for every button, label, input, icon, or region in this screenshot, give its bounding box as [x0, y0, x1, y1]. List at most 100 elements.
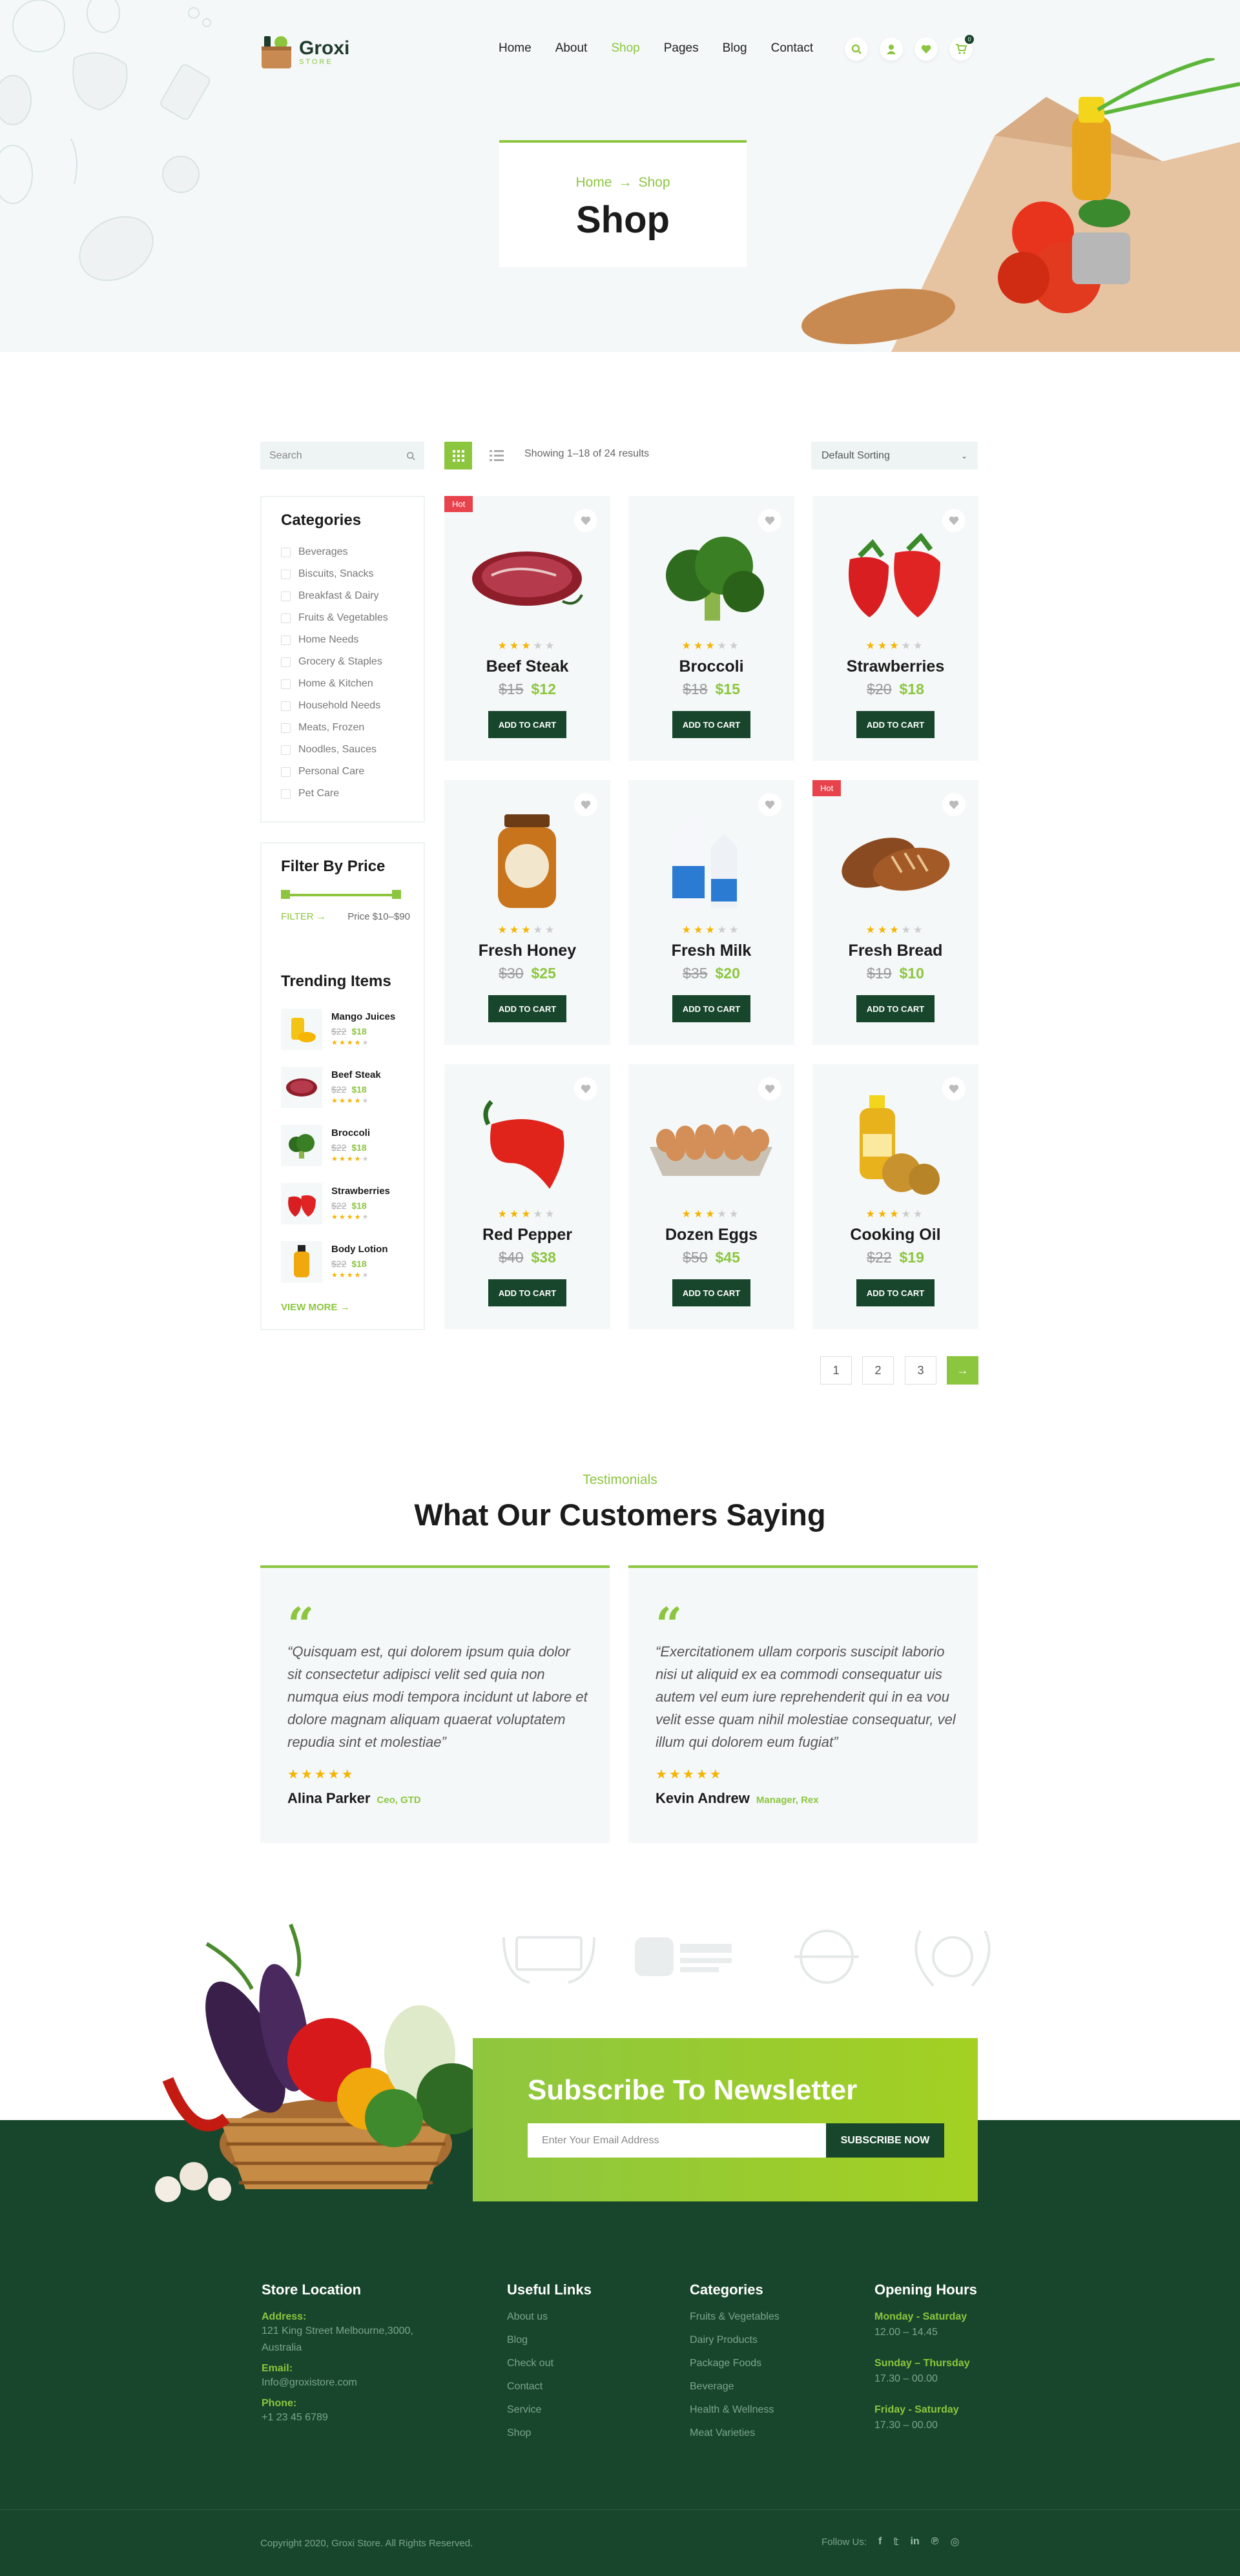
- add-to-cart-button[interactable]: ADD TO CART: [672, 995, 750, 1022]
- product-name[interactable]: Fresh Milk: [628, 942, 794, 960]
- product-name[interactable]: Dozen Eggs: [628, 1226, 794, 1244]
- category-item[interactable]: Home Needs: [281, 629, 388, 651]
- footer-link[interactable]: About us: [507, 2311, 649, 2334]
- product-card[interactable]: Hot ★★★★★ Fresh Bread $19 $10 ADD TO CART: [812, 780, 978, 1045]
- product-name[interactable]: Cooking Oil: [812, 1226, 978, 1244]
- slider-max-handle[interactable]: [392, 890, 401, 899]
- facebook-icon[interactable]: f: [878, 2536, 882, 2548]
- nav-contact[interactable]: Contact: [771, 41, 813, 56]
- pinterest-icon[interactable]: ℗: [931, 2536, 939, 2548]
- add-to-cart-button[interactable]: ADD TO CART: [672, 1279, 750, 1306]
- subscribe-button[interactable]: SUBSCRIBE NOW: [826, 2123, 944, 2158]
- checkbox[interactable]: [281, 613, 291, 623]
- twitter-icon[interactable]: 𝕥: [893, 2535, 898, 2548]
- list-view-button[interactable]: [482, 442, 510, 469]
- instagram-icon[interactable]: ◎: [950, 2535, 959, 2548]
- product-image[interactable]: [646, 1097, 776, 1197]
- category-item[interactable]: Noodles, Sauces: [281, 739, 388, 761]
- category-item[interactable]: Grocery & Staples: [281, 651, 388, 673]
- breadcrumb-home[interactable]: Home: [575, 175, 612, 190]
- product-card[interactable]: ★★★★★ Broccoli $18 $15 ADD TO CART: [628, 496, 794, 761]
- search-icon[interactable]: [845, 37, 868, 61]
- add-to-cart-button[interactable]: ADD TO CART: [856, 711, 935, 738]
- product-card[interactable]: ★★★★★ Strawberries $20 $18 ADD TO CART: [812, 496, 978, 761]
- checkbox[interactable]: [281, 547, 291, 557]
- checkbox[interactable]: [281, 767, 291, 777]
- product-image[interactable]: [831, 528, 960, 628]
- category-item[interactable]: Home & Kitchen: [281, 673, 388, 695]
- category-item[interactable]: Biscuits, Snacks: [281, 563, 388, 585]
- add-to-cart-button[interactable]: ADD TO CART: [856, 1279, 935, 1306]
- category-item[interactable]: Personal Care: [281, 761, 388, 783]
- footer-link[interactable]: Contact: [507, 2381, 649, 2404]
- category-item[interactable]: Fruits & Vegetables: [281, 607, 388, 629]
- checkbox[interactable]: [281, 657, 291, 667]
- checkbox[interactable]: [281, 745, 291, 755]
- product-card[interactable]: ★★★★★ Cooking Oil $22 $19 ADD TO CART: [812, 1064, 978, 1329]
- product-image[interactable]: [646, 528, 776, 628]
- product-name[interactable]: Red Pepper: [444, 1226, 610, 1244]
- nav-shop[interactable]: Shop: [611, 41, 639, 56]
- footer-link[interactable]: Blog: [507, 2334, 649, 2358]
- heart-icon[interactable]: [914, 37, 938, 61]
- checkbox[interactable]: [281, 591, 291, 601]
- product-name[interactable]: Broccoli: [628, 657, 794, 676]
- add-to-cart-button[interactable]: ADD TO CART: [488, 711, 566, 738]
- footer-category-link[interactable]: Dairy Products: [690, 2334, 845, 2358]
- price-slider[interactable]: [281, 890, 401, 899]
- brand-logo[interactable]: Groxi STORE: [260, 34, 349, 70]
- phone-text[interactable]: +1 23 45 6789: [262, 2409, 436, 2426]
- page-2-button[interactable]: 2: [862, 1356, 894, 1385]
- footer-link[interactable]: Service: [507, 2404, 649, 2427]
- filter-button[interactable]: FILTER →: [281, 911, 326, 922]
- page-1-button[interactable]: 1: [820, 1356, 852, 1385]
- add-to-cart-button[interactable]: ADD TO CART: [488, 1279, 566, 1306]
- page-3-button[interactable]: 3: [905, 1356, 936, 1385]
- category-item[interactable]: Pet Care: [281, 783, 388, 805]
- product-card[interactable]: ★★★★★ Fresh Milk $35 $20 ADD TO CART: [628, 780, 794, 1045]
- nav-about[interactable]: About: [555, 41, 588, 56]
- product-name[interactable]: Beef Steak: [444, 657, 610, 676]
- footer-category-link[interactable]: Health & Wellness: [690, 2404, 845, 2427]
- linkedin-icon[interactable]: in: [910, 2536, 919, 2548]
- nav-home[interactable]: Home: [499, 41, 532, 56]
- trending-item[interactable]: Strawberries $22 $18 ★★★★★: [281, 1183, 390, 1224]
- search-input[interactable]: Search: [260, 442, 424, 469]
- product-image[interactable]: [831, 812, 960, 912]
- next-page-button[interactable]: →: [947, 1356, 978, 1385]
- trending-item[interactable]: Mango Juices $22 $18 ★★★★★: [281, 1009, 395, 1050]
- user-icon[interactable]: [880, 37, 903, 61]
- product-card[interactable]: ★★★★★ Fresh Honey $30 $25 ADD TO CART: [444, 780, 610, 1045]
- footer-category-link[interactable]: Meat Varieties: [690, 2427, 845, 2451]
- footer-link[interactable]: Check out: [507, 2358, 649, 2381]
- checkbox[interactable]: [281, 635, 291, 645]
- product-image[interactable]: [462, 528, 592, 628]
- category-item[interactable]: Breakfast & Dairy: [281, 585, 388, 607]
- slider-min-handle[interactable]: [281, 890, 290, 899]
- product-image[interactable]: [646, 812, 776, 912]
- product-image[interactable]: [831, 1095, 960, 1197]
- checkbox[interactable]: [281, 701, 291, 711]
- product-card[interactable]: ★★★★★ Dozen Eggs $50 $45 ADD TO CART: [628, 1064, 794, 1329]
- checkbox[interactable]: [281, 679, 291, 689]
- footer-category-link[interactable]: Package Foods: [690, 2358, 845, 2381]
- product-name[interactable]: Fresh Bread: [812, 942, 978, 960]
- cart-icon[interactable]: 0: [949, 35, 974, 61]
- footer-category-link[interactable]: Beverage: [690, 2381, 845, 2404]
- add-to-cart-button[interactable]: ADD TO CART: [488, 995, 566, 1022]
- product-image[interactable]: [462, 812, 592, 912]
- trending-item[interactable]: Broccoli $22 $18 ★★★★★: [281, 1125, 370, 1166]
- product-name[interactable]: Fresh Honey: [444, 942, 610, 960]
- product-image[interactable]: [462, 1097, 592, 1197]
- checkbox[interactable]: [281, 723, 291, 733]
- email-text[interactable]: Info@groxistore.com: [262, 2375, 436, 2391]
- checkbox[interactable]: [281, 569, 291, 579]
- nav-blog[interactable]: Blog: [723, 41, 747, 56]
- footer-category-link[interactable]: Fruits & Vegetables: [690, 2311, 845, 2334]
- add-to-cart-button[interactable]: ADD TO CART: [856, 995, 935, 1022]
- product-card[interactable]: Hot ★★★★★ Beef Steak $15 $12 ADD TO CART: [444, 496, 610, 761]
- trending-item[interactable]: Body Lotion $22 $18 ★★★★★: [281, 1241, 388, 1283]
- grid-view-button[interactable]: [444, 442, 472, 469]
- product-name[interactable]: Strawberries: [812, 657, 978, 676]
- add-to-cart-button[interactable]: ADD TO CART: [672, 711, 750, 738]
